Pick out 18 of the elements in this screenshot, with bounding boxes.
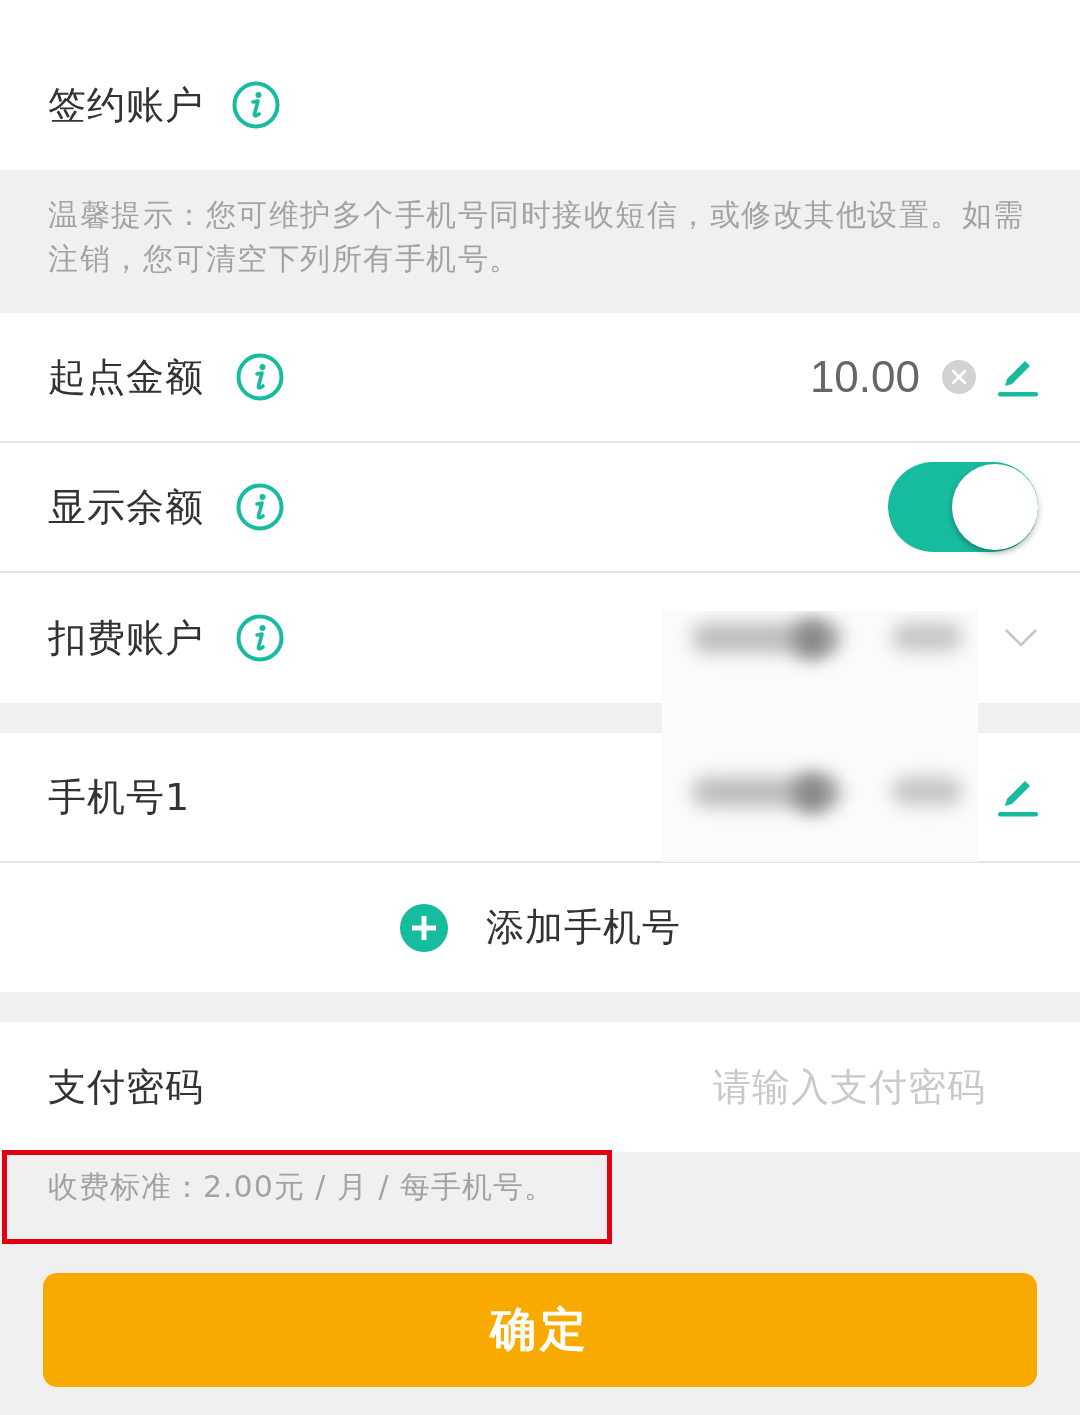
add-phone-button[interactable]: 添加手机号 [485, 902, 681, 953]
info-icon[interactable] [236, 353, 284, 401]
amount-value: 10.00 [809, 352, 920, 402]
info-icon[interactable] [236, 483, 284, 531]
field-label: 起点金额 [48, 353, 204, 401]
field-label: 扣费账户 [48, 614, 204, 662]
info-icon[interactable] [236, 614, 284, 662]
chevron-down-icon[interactable] [1004, 628, 1038, 648]
tip-text: 温馨提示：您可维护多个手机号同时接收短信，或修改其他设置。如需注销，您可清空下列所有手机号。 [47, 196, 1026, 278]
field-label: 支付密码 [48, 1063, 204, 1111]
info-icon[interactable] [232, 81, 280, 129]
toggle-switch[interactable] [888, 462, 1038, 552]
fee-note: 收费标准：2.00元 / 月 / 每手机号。 [48, 1169, 556, 1204]
field-label: 手机号1 [48, 773, 191, 821]
field-label: 签约账户 [48, 81, 204, 129]
plus-circle-icon[interactable] [399, 903, 448, 952]
clear-icon[interactable] [942, 360, 976, 394]
field-label: 显示余额 [48, 483, 204, 531]
